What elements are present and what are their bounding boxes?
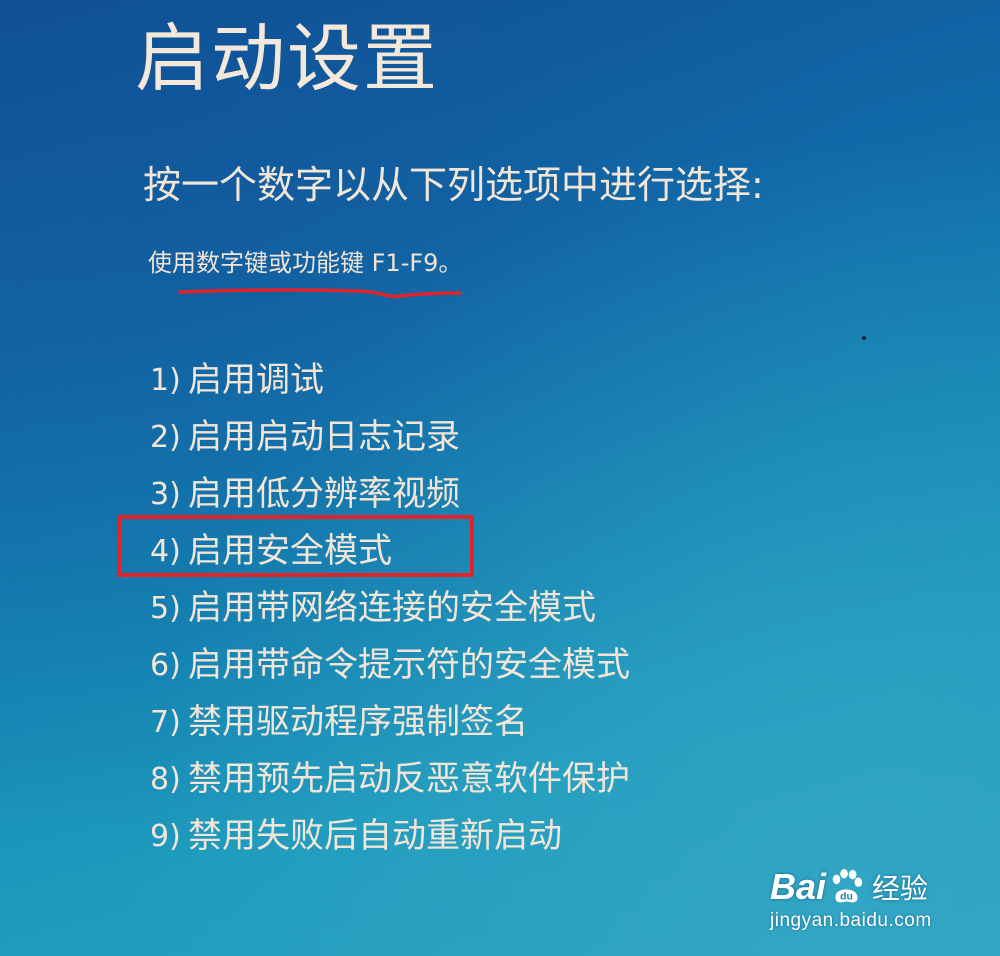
- option-label: 禁用失败后自动重新启动: [188, 816, 562, 856]
- option-number: 7): [150, 705, 181, 740]
- option-label: 启用带命令提示符的安全模式: [188, 645, 630, 685]
- option-enable-boot-logging[interactable]: 2) 启用启动日志记录: [150, 409, 630, 466]
- option-disable-automatic-restart[interactable]: 9) 禁用失败后自动重新启动: [150, 808, 630, 865]
- option-number: 2): [150, 420, 181, 455]
- startup-options-list: 1) 启用调试 2) 启用启动日志记录 3) 启用低分辨率视频 4) 启用安全模…: [150, 352, 630, 865]
- option-safe-mode-with-networking[interactable]: 5) 启用带网络连接的安全模式: [150, 580, 630, 637]
- option-label: 禁用预先启动反恶意软件保护: [188, 759, 630, 799]
- baidu-paw-icon: du: [832, 868, 863, 902]
- option-enable-debugging[interactable]: 1) 启用调试: [150, 352, 630, 409]
- boot-settings-screen: 启动设置 按一个数字以从下列选项中进行选择: 使用数字键或功能键 F1-F9。 …: [0, 0, 1000, 956]
- option-label: 启用启动日志记录: [188, 417, 460, 457]
- option-label: 启用带网络连接的安全模式: [188, 588, 596, 628]
- watermark-logo: Bai du 经验: [770, 866, 928, 908]
- watermark-url: jingyan.baidu.com: [770, 910, 932, 931]
- option-disable-early-launch-antimalware[interactable]: 8) 禁用预先启动反恶意软件保护: [150, 751, 630, 808]
- option-number: 8): [150, 762, 181, 797]
- option-number: 6): [150, 648, 181, 683]
- option-label: 启用调试: [188, 360, 324, 400]
- baidu-jingyan-watermark: Bai du 经验 jingyan.baidu.com: [770, 848, 970, 938]
- option-number: 9): [150, 819, 181, 854]
- key-hint-text: 使用数字键或功能键 F1-F9。: [148, 249, 463, 277]
- watermark-logo-jingyan: 经验: [872, 872, 929, 905]
- screen-speck: [862, 336, 866, 340]
- hint-underline-annotation: [178, 288, 462, 299]
- watermark-logo-bai: Bai: [770, 866, 827, 907]
- option-disable-driver-signature-enforcement[interactable]: 7) 禁用驱动程序强制签名: [150, 694, 630, 751]
- safe-mode-highlight-annotation: [117, 515, 474, 577]
- page-title: 启动设置: [135, 16, 439, 102]
- option-number: 5): [150, 591, 181, 626]
- svg-text:du: du: [840, 891, 853, 902]
- option-label: 禁用驱动程序强制签名: [188, 702, 528, 742]
- option-number: 1): [150, 363, 181, 398]
- instruction-text: 按一个数字以从下列选项中进行选择:: [143, 163, 764, 207]
- option-safe-mode-with-command-prompt[interactable]: 6) 启用带命令提示符的安全模式: [150, 637, 630, 694]
